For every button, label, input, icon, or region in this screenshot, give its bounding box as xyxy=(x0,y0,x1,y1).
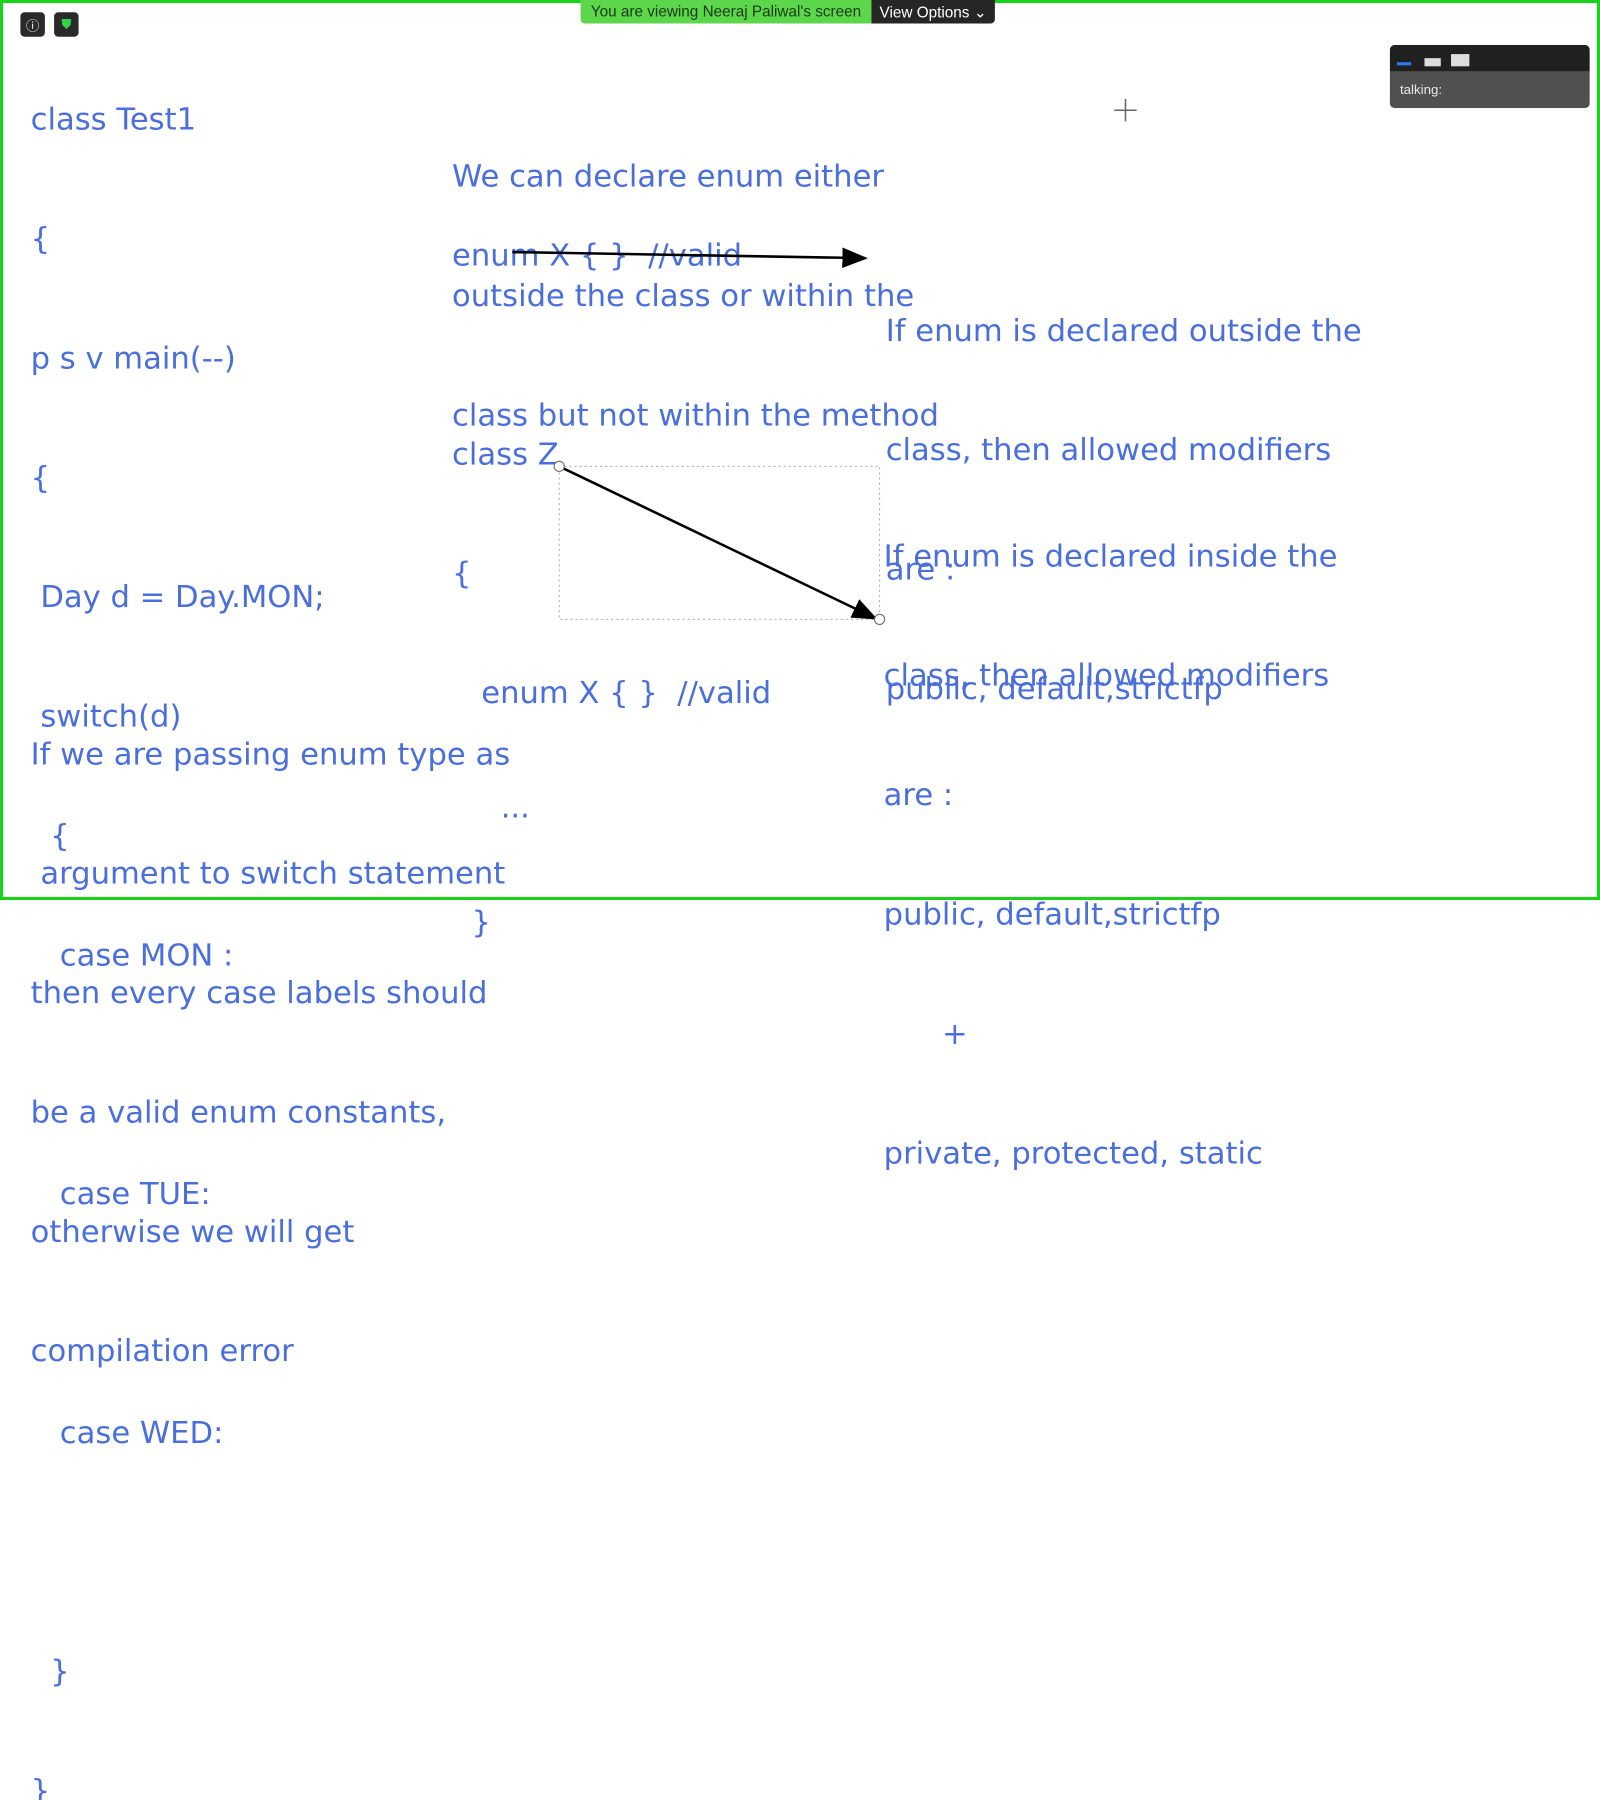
code-line: case WED: xyxy=(30,1415,224,1452)
note-line: then every case labels should xyxy=(30,975,488,1012)
code-line: } xyxy=(452,905,491,941)
note-line: be a valid enum constants, xyxy=(30,1094,447,1131)
rule-line: private, protected, static xyxy=(883,1135,1263,1172)
code-line: } xyxy=(30,1773,51,1800)
selection-handle[interactable] xyxy=(553,460,565,472)
screen-share-view: You are viewing Neeraj Paliwal's screen … xyxy=(0,0,1600,1800)
note-line: compilation error xyxy=(30,1333,294,1370)
arrow-inside[interactable] xyxy=(560,466,878,620)
rule-line: public, default,strictfp xyxy=(883,896,1221,933)
rule-line: + xyxy=(883,1016,968,1053)
code-line: } xyxy=(30,1654,70,1690)
selection-handle[interactable] xyxy=(873,613,886,625)
arrow-outside xyxy=(512,247,868,268)
note-line: otherwise we will get xyxy=(30,1214,355,1250)
annotation-layer xyxy=(512,98,1137,625)
crosshair-cursor-icon xyxy=(1114,98,1137,122)
